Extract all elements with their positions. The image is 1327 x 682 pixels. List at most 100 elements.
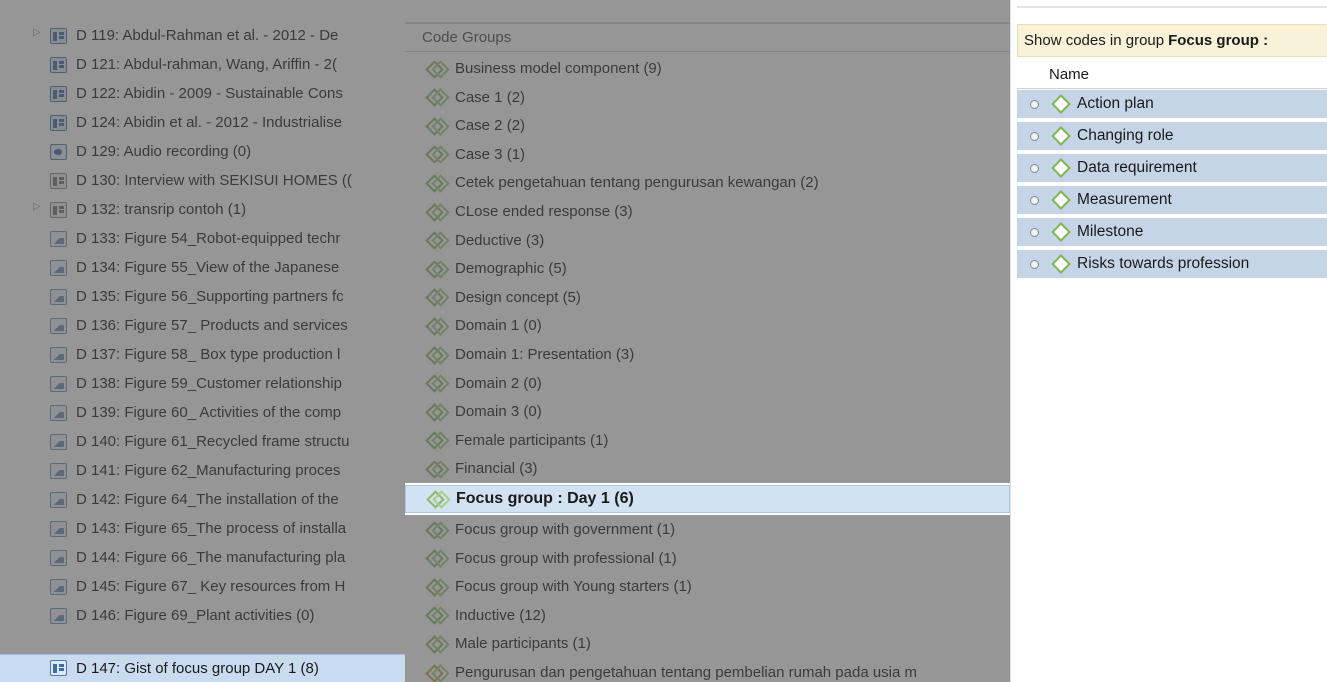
- document-image-icon: [50, 578, 67, 595]
- code-row[interactable]: Measurement: [1017, 186, 1327, 216]
- code-group-label: Domain 3 (0): [455, 403, 542, 421]
- document-row[interactable]: D 143: Figure 65_The process of installa: [0, 514, 405, 543]
- code-diamond-icon: [1051, 94, 1071, 114]
- code-group-icon: [427, 89, 447, 105]
- code-group-row[interactable]: CLose ended response (3): [405, 197, 1010, 226]
- code-group-icon: [427, 118, 447, 134]
- code-group-row[interactable]: Domain 2 (0): [405, 369, 1010, 398]
- code-row[interactable]: Milestone: [1017, 218, 1327, 248]
- document-row[interactable]: ▷ D 119: Abdul-Rahman et al. - 2012 - De: [0, 21, 405, 50]
- code-groups-column-header[interactable]: Code Groups: [405, 24, 1010, 52]
- code-diamond-icon: [1051, 254, 1071, 274]
- code-group-row[interactable]: Demographic (5): [405, 254, 1010, 283]
- code-label: Changing role: [1077, 127, 1174, 144]
- code-group-label: Case 1 (2): [455, 88, 526, 106]
- code-group-label: Case 2 (2): [455, 117, 526, 135]
- document-label: D 134: Figure 55_View of the Japanese: [76, 259, 340, 276]
- document-row-selected[interactable]: D 147: Gist of focus group DAY 1 (8): [0, 654, 405, 682]
- document-label: D 140: Figure 61_Recycled frame structu: [76, 433, 350, 450]
- document-row[interactable]: D 138: Figure 59_Customer relationship: [0, 369, 405, 398]
- document-row[interactable]: D 133: Figure 54_Robot-equipped techr: [0, 224, 405, 253]
- code-group-row[interactable]: Business model component (9): [405, 54, 1010, 83]
- code-group-label: Business model component (9): [455, 60, 662, 77]
- document-row[interactable]: D 137: Figure 58_ Box type production l: [0, 340, 405, 369]
- document-label: D 130: Interview with SEKISUI HOMES ((: [76, 172, 352, 189]
- document-row[interactable]: D 134: Figure 55_View of the Japanese: [0, 253, 405, 282]
- code-row[interactable]: Risks towards profession: [1017, 250, 1327, 280]
- document-pdf-icon: [50, 114, 67, 131]
- code-group-row[interactable]: Pengurusan dan pengetahuan tentang pembe…: [405, 658, 1010, 682]
- document-row[interactable]: D 139: Figure 60_ Activities of the comp: [0, 398, 405, 427]
- document-row[interactable]: D 122: Abidin - 2009 - Sustainable Cons: [0, 79, 405, 108]
- code-group-icon: [427, 318, 447, 334]
- code-group-label: Focus group with government (1): [455, 521, 676, 538]
- code-group-row[interactable]: Case 3 (1): [405, 140, 1010, 169]
- filter-group-name: Focus group :: [1168, 32, 1269, 49]
- document-row[interactable]: D 135: Figure 56_Supporting partners fc: [0, 282, 405, 311]
- document-pdf-icon: [50, 85, 67, 102]
- code-group-row[interactable]: Case 1 (2): [405, 83, 1010, 112]
- document-row[interactable]: D 140: Figure 61_Recycled frame structu: [0, 427, 405, 456]
- code-group-row[interactable]: Deductive (3): [405, 226, 1010, 255]
- document-row[interactable]: ▷ D 132: transrip contoh (1): [0, 195, 405, 224]
- code-group-row[interactable]: Focus group with government (1): [405, 515, 1010, 544]
- document-row[interactable]: D 142: Figure 64_The installation of the: [0, 485, 405, 514]
- group-filter-bar: Show codes in group Focus group :: [1017, 24, 1327, 57]
- document-text-doc-icon: [50, 172, 67, 189]
- code-group-label: Financial (3): [455, 460, 538, 478]
- document-row[interactable]: D 129: Audio recording (0): [0, 137, 405, 166]
- code-group-row[interactable]: Case 2 (2): [405, 111, 1010, 140]
- document-text-doc-icon: [50, 201, 67, 218]
- document-row[interactable]: D 124: Abidin et al. - 2012 - Industrial…: [0, 108, 405, 137]
- document-label: D 121: Abdul-rahman, Wang, Ariffin - 2(: [76, 56, 337, 73]
- code-groups-panel: Code Groups Business model component (9)…: [405, 0, 1010, 682]
- document-label: D 142: Figure 64_The installation of the: [76, 491, 339, 508]
- document-image-icon: [50, 520, 67, 537]
- code-group-label: CLose ended response (3): [455, 203, 633, 220]
- document-row[interactable]: D 146: Figure 69_Plant activities (0): [0, 601, 405, 630]
- panel-divider: [1017, 6, 1327, 8]
- document-label: D 135: Figure 56_Supporting partners fc: [76, 288, 344, 305]
- code-group-row[interactable]: Focus group with Young starters (1): [405, 572, 1010, 601]
- expand-arrow-icon[interactable]: ▷: [33, 27, 41, 38]
- document-label: D 146: Figure 69_Plant activities (0): [76, 607, 315, 624]
- code-group-row[interactable]: Inductive (12): [405, 601, 1010, 630]
- code-row[interactable]: Action plan: [1017, 90, 1327, 120]
- code-group-row[interactable]: Financial (3): [405, 454, 1010, 483]
- code-row[interactable]: Data requirement: [1017, 154, 1327, 184]
- document-row[interactable]: D 145: Figure 67_ Key resources from H: [0, 572, 405, 601]
- code-group-row[interactable]: Domain 3 (0): [405, 397, 1010, 426]
- code-group-label: Deductive (3): [455, 231, 545, 249]
- code-row[interactable]: Changing role: [1017, 122, 1327, 152]
- expand-arrow-icon[interactable]: ▷: [33, 201, 41, 212]
- code-diamond-icon: [1051, 190, 1071, 210]
- code-group-row[interactable]: Cetek pengetahuan tentang pengurusan kew…: [405, 168, 1010, 197]
- code-group-icon: [427, 404, 447, 420]
- document-row[interactable]: D 144: Figure 66_The manufacturing pla: [0, 543, 405, 572]
- document-row[interactable]: D 136: Figure 57_ Products and services: [0, 311, 405, 340]
- document-label: D 132: transrip contoh (1): [76, 201, 247, 218]
- code-group-row[interactable]: Female participants (1): [405, 426, 1010, 455]
- code-group-row[interactable]: Focus group with professional (1): [405, 544, 1010, 573]
- code-group-label: Demographic (5): [455, 260, 567, 278]
- document-label: D 137: Figure 58_ Box type production l: [76, 346, 341, 363]
- document-label: D 133: Figure 54_Robot-equipped techr: [76, 230, 341, 247]
- code-group-label: Focus group : Day 1 (6): [456, 490, 634, 507]
- code-group-row[interactable]: Domain 1 (0): [405, 311, 1010, 340]
- code-diamond-icon: [1051, 222, 1071, 242]
- code-group-row[interactable]: Design concept (5): [405, 283, 1010, 312]
- name-column-header[interactable]: Name: [1017, 60, 1327, 89]
- code-group-row[interactable]: Male participants (1): [405, 629, 1010, 658]
- document-image-icon: [50, 375, 67, 392]
- document-label: D 139: Figure 60_ Activities of the comp: [76, 404, 342, 421]
- code-group-icon: [427, 461, 447, 477]
- document-row[interactable]: D 141: Figure 62_Manufacturing proces: [0, 456, 405, 485]
- code-group-label: Domain 1: Presentation (3): [455, 346, 635, 363]
- document-row[interactable]: D 121: Abdul-rahman, Wang, Ariffin - 2(: [0, 50, 405, 79]
- code-group-row[interactable]: Domain 1: Presentation (3): [405, 340, 1010, 369]
- document-row[interactable]: D 130: Interview with SEKISUI HOMES ((: [0, 166, 405, 195]
- status-dot-icon: [1030, 195, 1039, 205]
- code-group-selected[interactable]: Focus group : Day 1 (6): [405, 483, 1010, 515]
- document-image-icon: [50, 549, 67, 566]
- code-group-label: Cetek pengetahuan tentang pengurusan kew…: [455, 174, 819, 192]
